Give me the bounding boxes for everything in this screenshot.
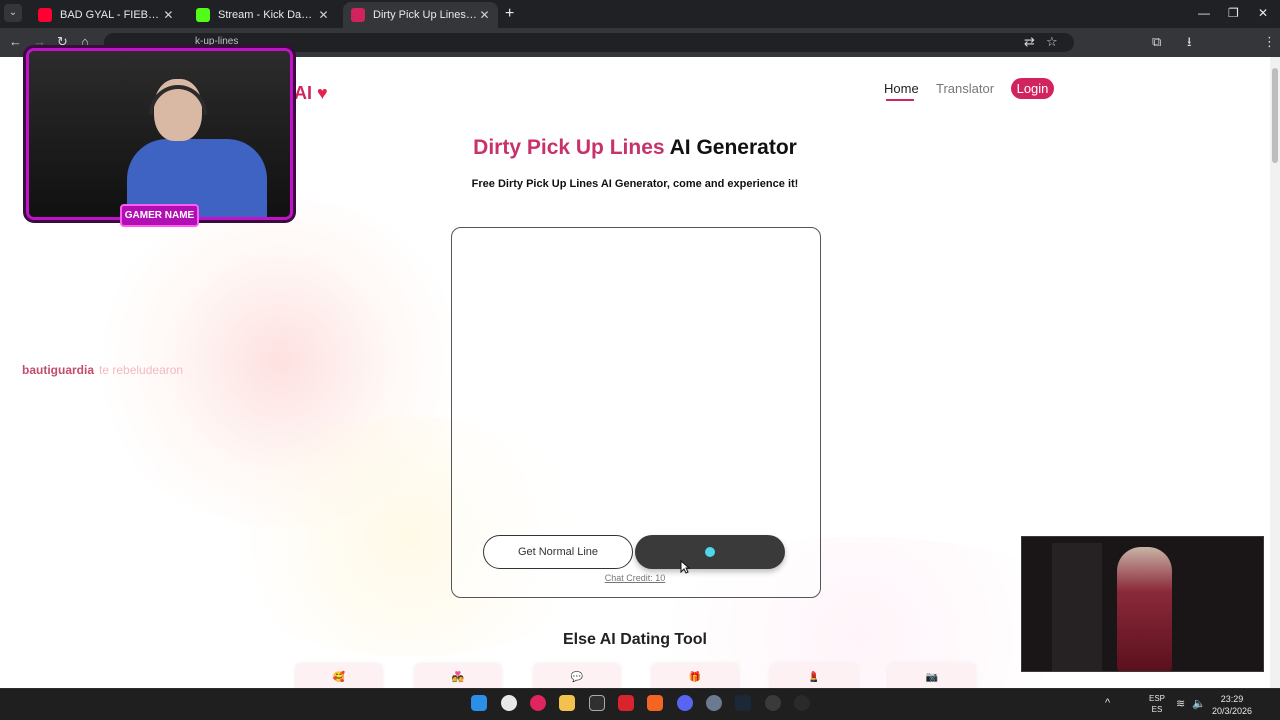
app-icon[interactable] bbox=[530, 695, 546, 711]
loading-dot-icon bbox=[705, 547, 715, 557]
video-overlay bbox=[1021, 536, 1264, 672]
download-icon[interactable]: ⭳ bbox=[1187, 35, 1192, 49]
windows-taskbar bbox=[0, 688, 1280, 720]
tab-close-icon[interactable]: ✕ bbox=[163, 8, 174, 22]
youtube-icon bbox=[38, 8, 52, 22]
tab-bar: ⌄ BAD GYAL - FIEBRE PROD K ✕ Stream - Ki… bbox=[0, 0, 1280, 28]
soundcloud-icon[interactable] bbox=[647, 695, 663, 711]
get-normal-line-button[interactable]: Get Normal Line bbox=[483, 535, 633, 569]
minimize-button[interactable]: — bbox=[1198, 6, 1210, 20]
tool-card[interactable]: 🎁 bbox=[651, 663, 739, 688]
app-icon[interactable] bbox=[794, 695, 810, 711]
heart-icon: ♥ bbox=[317, 83, 328, 103]
taskbar-clock[interactable]: 23:29 20/3/2026 bbox=[1212, 693, 1252, 717]
home-button[interactable]: ⌂ bbox=[81, 35, 89, 49]
tab-title: BAD GYAL - FIEBRE PROD K bbox=[60, 9, 163, 21]
extensions-icon[interactable]: ⧉ bbox=[1152, 35, 1161, 49]
tab-pickup-lines[interactable]: Dirty Pick Up Lines AI Generato ✕ bbox=[343, 2, 498, 28]
tab-title: Stream - Kick Dashboard bbox=[218, 9, 317, 21]
file-explorer-icon[interactable] bbox=[559, 695, 575, 711]
tab-close-icon[interactable]: ✕ bbox=[479, 8, 490, 22]
tool-card[interactable]: 📷 bbox=[888, 663, 976, 688]
language-line1: ESP bbox=[1149, 694, 1166, 703]
gamer-name-badge: GAMER NAME bbox=[120, 204, 199, 227]
title-highlight: Dirty Pick Up Lines bbox=[473, 136, 665, 159]
close-window-button[interactable]: ✕ bbox=[1258, 6, 1268, 20]
tab-title: Dirty Pick Up Lines AI Generato bbox=[373, 9, 479, 21]
tab-kick-dashboard[interactable]: Stream - Kick Dashboard ✕ bbox=[188, 2, 338, 28]
title-rest: AI Generator bbox=[669, 136, 797, 159]
stream-chat-message: bautiguardia te rebeludearon bbox=[22, 363, 183, 377]
steam-icon[interactable] bbox=[735, 695, 751, 711]
nav-translator[interactable]: Translator bbox=[936, 81, 994, 96]
site-logo[interactable]: AI ♥ bbox=[294, 83, 328, 104]
tab-close-icon[interactable]: ✕ bbox=[317, 8, 330, 22]
webcam-overlay bbox=[26, 48, 293, 220]
wifi-icon[interactable]: ≋ bbox=[1176, 697, 1185, 710]
clock-time: 23:29 bbox=[1220, 694, 1244, 704]
scrollbar-thumb[interactable] bbox=[1272, 68, 1278, 163]
dating-tools-row: 🥰 💑 💬 🎁 💄 📷 bbox=[295, 663, 985, 688]
forward-button[interactable]: → bbox=[33, 35, 46, 49]
tool-card[interactable]: 💑 bbox=[414, 663, 502, 688]
mouse-cursor-icon bbox=[680, 560, 690, 574]
translate-icon[interactable]: ⇄ bbox=[1024, 35, 1035, 49]
app-icon[interactable] bbox=[589, 695, 605, 711]
url-text[interactable]: k-up-lines bbox=[195, 36, 238, 47]
clock-date: 20/3/2026 bbox=[1212, 706, 1253, 716]
windows-start-icon[interactable] bbox=[471, 695, 487, 711]
nav-active-underline bbox=[886, 99, 914, 101]
tool-card[interactable]: 💄 bbox=[770, 663, 858, 688]
tab-youtube[interactable]: BAD GYAL - FIEBRE PROD K ✕ bbox=[30, 2, 182, 28]
logo-text: AI bbox=[294, 83, 312, 103]
chrome-icon[interactable] bbox=[501, 695, 517, 711]
heart-favicon-icon bbox=[351, 8, 365, 22]
tool-card[interactable]: 💬 bbox=[533, 663, 621, 688]
new-tab-button[interactable]: + bbox=[505, 5, 514, 23]
maximize-button[interactable]: ❐ bbox=[1228, 6, 1239, 20]
chat-text: te rebeludearon bbox=[99, 363, 184, 377]
discord-icon[interactable] bbox=[677, 695, 693, 711]
back-button[interactable]: ← bbox=[9, 35, 22, 49]
kick-icon bbox=[196, 8, 210, 22]
video-background bbox=[1052, 543, 1102, 671]
bookmark-star-icon[interactable]: ☆ bbox=[1046, 35, 1058, 49]
chat-username: bautiguardia bbox=[22, 363, 95, 377]
reload-button[interactable]: ↻ bbox=[57, 35, 68, 49]
browser-menu-icon[interactable]: ⋮ bbox=[1263, 35, 1276, 49]
app-icon[interactable] bbox=[765, 695, 781, 711]
app-icon[interactable] bbox=[618, 695, 634, 711]
nav-home[interactable]: Home bbox=[884, 81, 919, 96]
volume-icon[interactable]: 🔈 bbox=[1192, 697, 1206, 710]
get-dirty-line-button[interactable] bbox=[635, 535, 785, 569]
language-line2: ES bbox=[1151, 705, 1163, 714]
language-indicator[interactable]: ESP ES bbox=[1149, 693, 1165, 715]
tab-search-button[interactable]: ⌄ bbox=[4, 4, 22, 22]
login-button[interactable]: Login bbox=[1011, 78, 1054, 99]
settings-icon[interactable] bbox=[706, 695, 722, 711]
tool-card[interactable]: 🥰 bbox=[295, 663, 383, 688]
video-person bbox=[1117, 547, 1172, 671]
tray-overflow-icon[interactable]: ^ bbox=[1105, 697, 1110, 709]
